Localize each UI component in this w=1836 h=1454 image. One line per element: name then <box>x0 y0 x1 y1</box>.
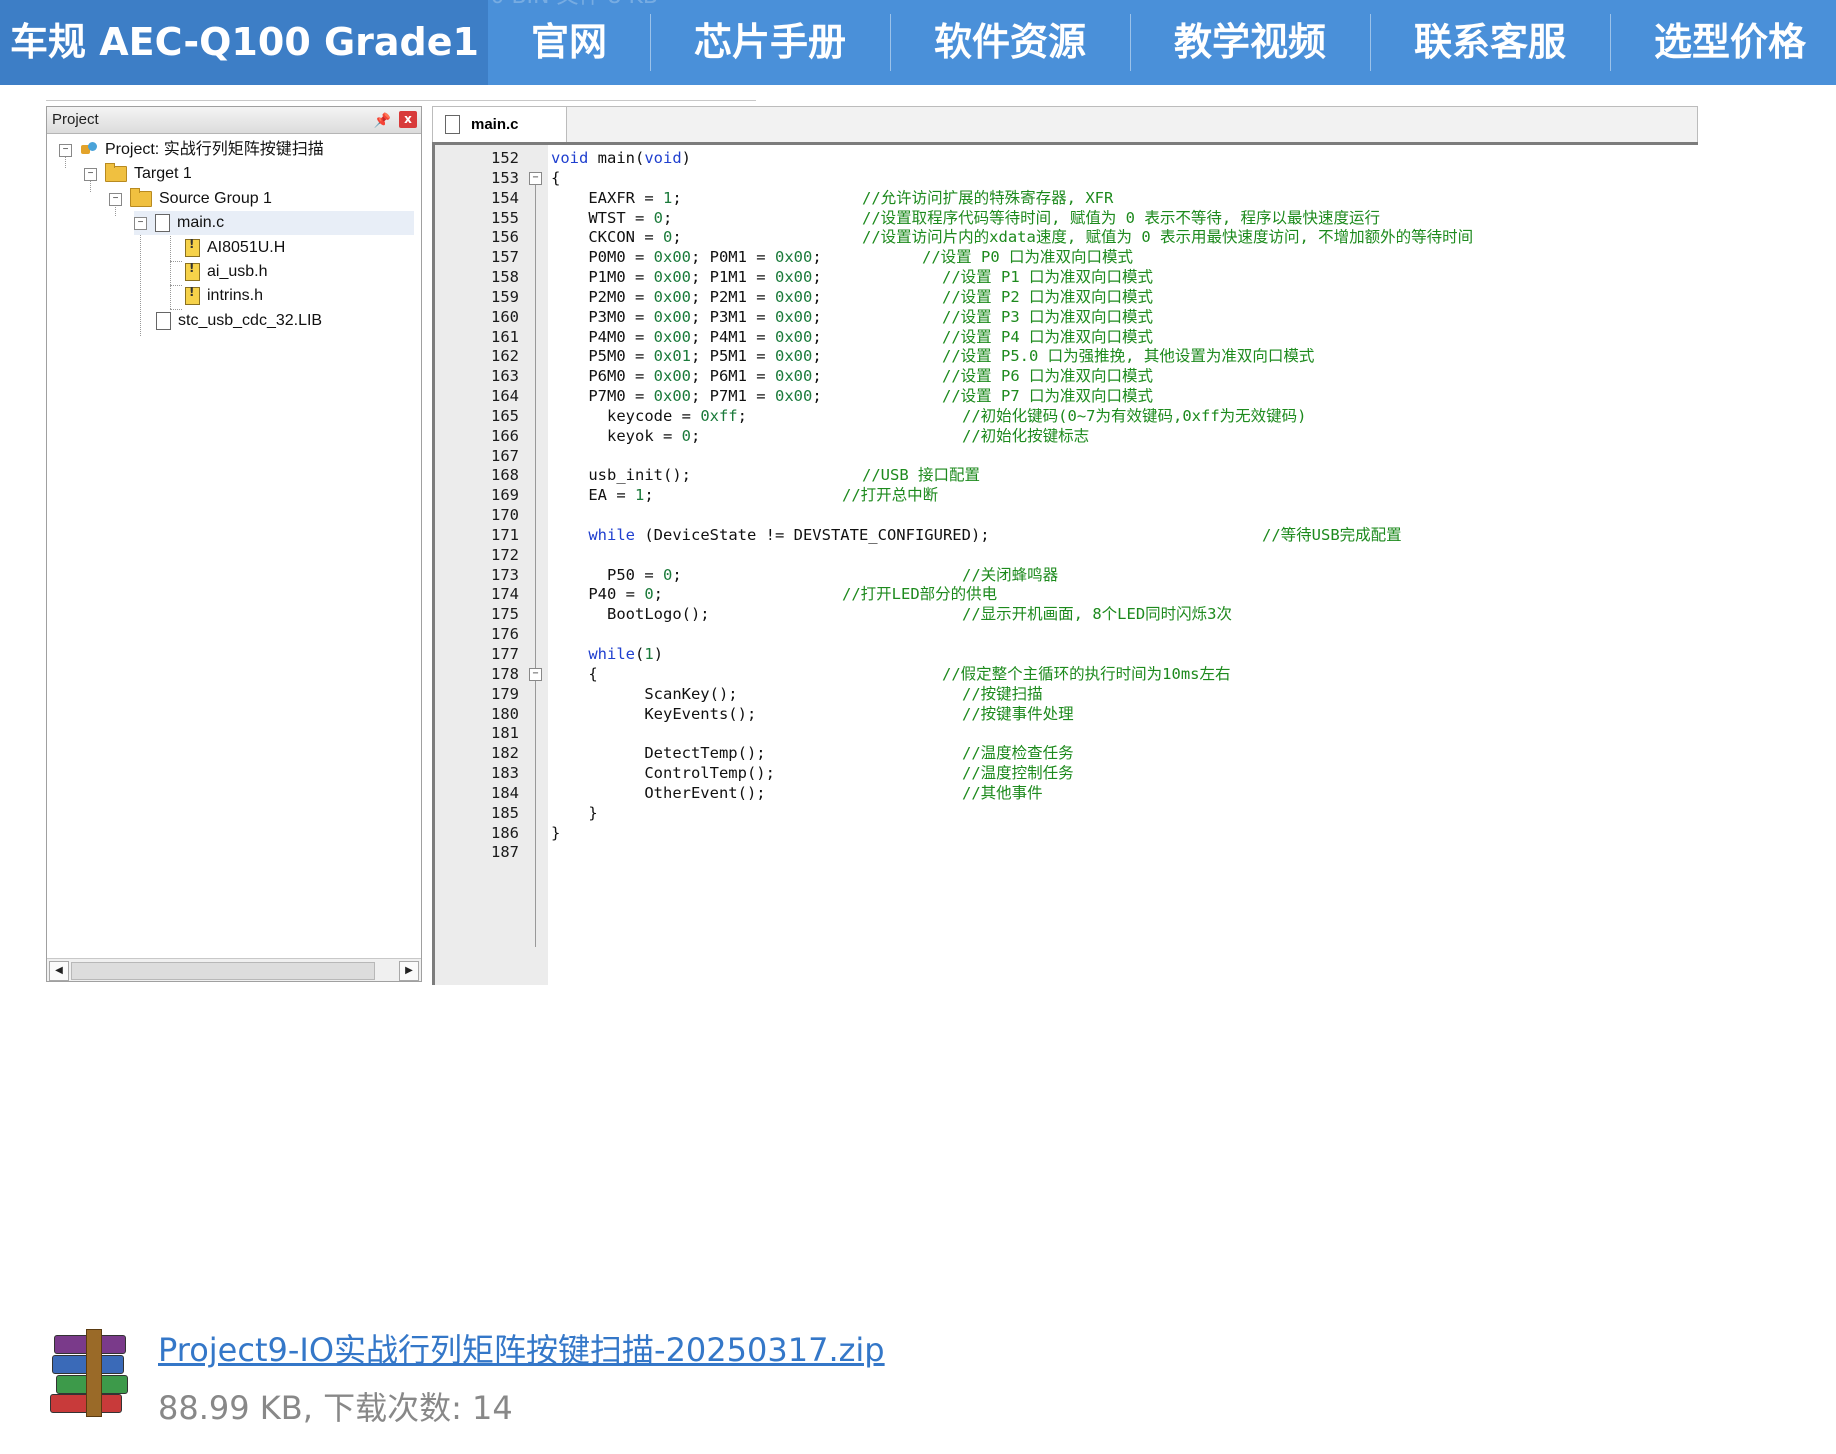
tree-item-project[interactable]: − Project: 实战行列矩阵按键扫描 <box>59 138 324 162</box>
tree-item-label: AI8051U.H <box>207 239 286 256</box>
tree-item-target[interactable]: − Target 1 <box>84 162 192 186</box>
nav-item-chip-manual[interactable]: 芯片手册 <box>650 0 890 85</box>
header-file-icon <box>185 261 200 281</box>
tree-line <box>140 229 141 336</box>
downloads-label: , 下载次数: <box>302 1389 473 1427</box>
tab-main-c[interactable]: main.c <box>433 107 567 143</box>
scroll-left-icon[interactable]: ◀ <box>49 961 69 981</box>
tree-line <box>170 234 171 309</box>
tree-line <box>170 285 182 286</box>
editor-tab-bar: main.c <box>432 106 1698 143</box>
nav-item-official-site[interactable]: 官网 <box>488 0 650 85</box>
divider <box>46 100 756 101</box>
target-icon <box>105 163 127 182</box>
tree-item-source-group[interactable]: − Source Group 1 <box>109 187 272 211</box>
file-icon <box>445 115 460 134</box>
project-panel-header: Project 📌 x <box>47 107 421 134</box>
tree-item-label: intrins.h <box>207 287 264 304</box>
scroll-right-icon[interactable]: ▶ <box>399 961 419 981</box>
nav-item-pricing[interactable]: 选型价格 <box>1610 0 1836 85</box>
fold-toggle-icon[interactable]: − <box>529 667 542 681</box>
collapse-icon[interactable]: − <box>84 167 97 181</box>
brand-title[interactable]: 车规 AEC-Q100 Grade1 <box>0 0 488 85</box>
tree-item-label: stc_usb_cdc_32.LIB <box>178 312 323 329</box>
tree-item-label: main.c <box>177 214 225 231</box>
project-tree: − Project: 实战行列矩阵按键扫描 − Target 1 − Sourc… <box>47 134 421 944</box>
tree-item-ai8051u-h[interactable]: AI8051U.H <box>185 236 285 260</box>
project-panel-title: Project <box>52 111 99 128</box>
tree-item-ai-usb-h[interactable]: ai_usb.h <box>185 260 268 284</box>
tree-item-label: Project: 实战行列矩阵按键扫描 <box>105 141 324 158</box>
tree-item-lib[interactable]: stc_usb_cdc_32.LIB <box>156 309 322 333</box>
download-count: 14 <box>472 1389 513 1427</box>
pin-icon[interactable]: 📌 <box>374 107 391 133</box>
horizontal-scrollbar[interactable]: ◀ ▶ <box>47 958 421 981</box>
tree-item-label: ai_usb.h <box>207 263 268 280</box>
header-file-icon <box>185 285 200 305</box>
collapse-icon[interactable]: − <box>109 192 122 206</box>
project-panel: Project 📌 x − Project: 实战行列矩阵按键扫描 − Targ… <box>46 106 422 982</box>
nav-item-software[interactable]: 软件资源 <box>890 0 1130 85</box>
folder-icon <box>130 188 152 207</box>
tree-item-main-c[interactable]: − main.c <box>134 211 414 235</box>
nav-item-videos[interactable]: 教学视频 <box>1130 0 1370 85</box>
scrollbar-thumb[interactable] <box>71 962 375 980</box>
tree-item-label: Target 1 <box>134 165 192 182</box>
tree-item-label: Source Group 1 <box>159 190 272 207</box>
top-nav-bar: 实战行列矩阵按键扫描_test.bin 2025/3/15 12:00 BIN … <box>0 0 1836 85</box>
code-editor: main.c 152 void main(void) 153−{154 EAXFR … <box>432 106 1698 985</box>
nav-menu: 官网 芯片手册 软件资源 教学视频 联系客服 选型价格 <box>488 0 1836 85</box>
winrar-archive-icon <box>48 1329 140 1417</box>
close-icon[interactable]: x <box>399 111 417 128</box>
file-size: 88.99 KB <box>158 1389 303 1427</box>
code-line: 187 <box>435 841 1695 864</box>
tree-line <box>170 261 182 262</box>
fold-toggle-icon[interactable]: − <box>529 171 542 185</box>
file-icon <box>156 312 171 330</box>
tab-label: main.c <box>471 116 519 133</box>
tree-item-intrins-h[interactable]: intrins.h <box>185 284 263 308</box>
code-area[interactable]: 152 void main(void) 153−{154 EAXFR = 1;//允… <box>432 142 1698 985</box>
archive-strap <box>86 1329 102 1417</box>
download-meta: 88.99 KB, 下载次数: 14 <box>158 1383 513 1429</box>
line-number: 187 <box>491 843 519 862</box>
download-link[interactable]: Project9-IO实战行列矩阵按键扫描-20250317.zip <box>158 1325 885 1371</box>
nav-item-support[interactable]: 联系客服 <box>1370 0 1610 85</box>
collapse-icon[interactable]: − <box>59 143 72 157</box>
header-file-icon <box>185 237 200 257</box>
project-icon <box>80 142 98 158</box>
collapse-icon[interactable]: − <box>134 216 147 230</box>
ide-screenshot: Project 📌 x − Project: 实战行列矩阵按键扫描 − Targ… <box>46 100 1698 985</box>
file-icon <box>155 214 170 232</box>
